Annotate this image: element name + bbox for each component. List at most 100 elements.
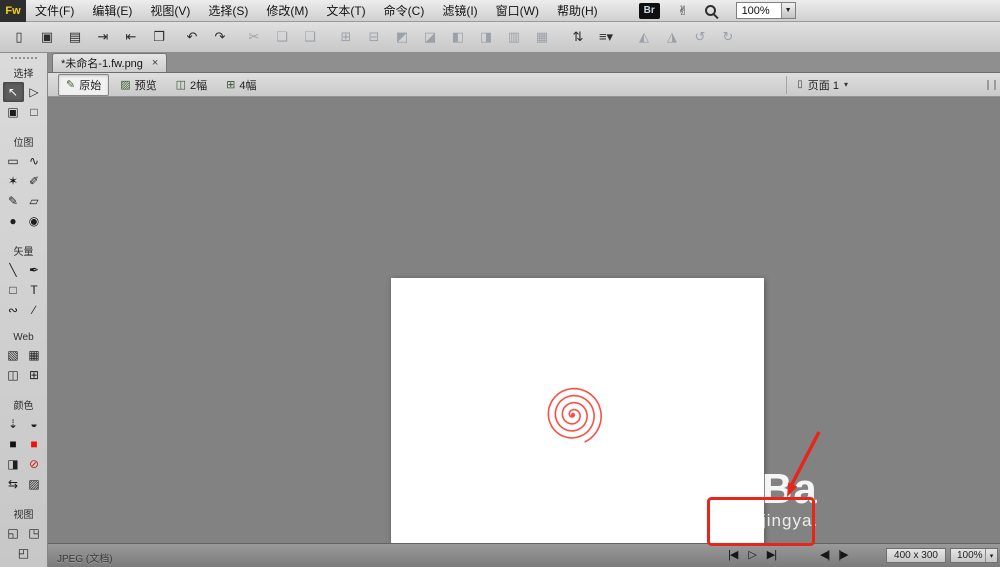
next-frame-button[interactable]: |▶ — [838, 548, 847, 561]
hide-hotspots-button[interactable]: ◫ — [3, 365, 24, 385]
align-menu-icon[interactable]: ≡▾ — [595, 26, 617, 48]
menu-item[interactable]: 文本(T) — [317, 0, 374, 21]
view-mode-icon: ✎ — [66, 78, 75, 91]
magic-wand-tool[interactable]: ✶ — [3, 171, 24, 191]
bring-forward-icon[interactable]: ◧ — [447, 26, 469, 48]
export-icon[interactable]: ⇤ — [120, 26, 142, 48]
rubber-stamp-tool[interactable]: ◉ — [24, 211, 45, 231]
pointer-tool[interactable]: ↖ — [3, 82, 24, 102]
menu-items: 文件(F)编辑(E)视图(V)选择(S)修改(M)文本(T)命令(C)滤镜(I)… — [26, 0, 607, 21]
status-zoom-button[interactable]: 100% ▾ — [950, 548, 998, 563]
bridge-icon[interactable]: Br — [639, 3, 660, 19]
swap-colors-button[interactable]: ⇆ — [3, 474, 24, 494]
mode-2up-button[interactable]: ◫ 2幅 — [168, 74, 216, 96]
rotate-cw-icon[interactable]: ↻ — [717, 26, 739, 48]
panel-dock-grip[interactable] — [987, 80, 996, 90]
tools-panel: 选择 ↖▷▣□ 位图 ▭∿✶✐✎▱●◉ 矢量 ╲✒□T∾∕ Web — [0, 53, 48, 567]
menu-item[interactable]: 帮助(H) — [548, 0, 607, 21]
stroke-color-swatch[interactable]: ■ — [3, 434, 24, 454]
distribute-icon[interactable]: ▦ — [531, 26, 553, 48]
flip-vertical-icon[interactable]: ◮ — [661, 26, 683, 48]
tab-close-icon[interactable]: × — [152, 57, 158, 69]
previous-frame-button[interactable]: ◀| — [820, 548, 829, 561]
document-tab-bar: *未命名-1.fw.png × — [48, 53, 1000, 73]
fullscreen-with-menus-mode-button[interactable]: ◳ — [24, 523, 45, 543]
redo-icon[interactable]: ↷ — [209, 26, 231, 48]
hand-tool-icon[interactable]: ✌ — [678, 3, 689, 19]
menu-item[interactable]: 选择(S) — [199, 0, 257, 21]
page-indicator[interactable]: ▯ 页面 1 ▾ — [786, 76, 848, 94]
zoom-level-combobox[interactable]: 100% ▼ — [736, 2, 796, 19]
send-to-back-icon[interactable]: ◪ — [419, 26, 441, 48]
standard-screen-mode-button[interactable]: ◱ — [3, 523, 24, 543]
texture-swatch[interactable]: ▨ — [24, 474, 45, 494]
play-button[interactable]: ▷ — [748, 548, 755, 561]
knife-tool[interactable]: ∕ — [24, 300, 45, 320]
crop-tool[interactable]: □ — [24, 102, 45, 122]
copy-icon[interactable]: ❏ — [271, 26, 293, 48]
zoom-dropdown-icon[interactable]: ▼ — [781, 3, 795, 18]
menu-item[interactable]: 命令(C) — [375, 0, 434, 21]
status-zoom-value: 100% — [957, 550, 983, 561]
canvas[interactable] — [391, 278, 764, 557]
hotspot-tool[interactable]: ▧ — [3, 345, 24, 365]
first-frame-button[interactable]: |◀ — [728, 548, 737, 561]
marquee-tool[interactable]: ▭ — [3, 151, 24, 171]
fill-color-swatch[interactable]: ■ — [24, 434, 45, 454]
canvas-size-button[interactable]: 400 x 300 — [886, 548, 946, 563]
last-frame-button[interactable]: ▶| — [767, 548, 776, 561]
fullscreen-mode-button[interactable]: ◰ — [13, 543, 34, 563]
align-icon[interactable]: ▥ — [503, 26, 525, 48]
default-colors-button[interactable]: ◨ — [3, 454, 24, 474]
no-color-button[interactable]: ⊘ — [24, 454, 45, 474]
undo-icon[interactable]: ↶ — [181, 26, 203, 48]
print-icon[interactable]: ▤ — [64, 26, 86, 48]
document-tab[interactable]: *未命名-1.fw.png × — [52, 53, 167, 72]
arrange-icon[interactable]: ⇅ — [567, 26, 589, 48]
scale-tool[interactable]: ▣ — [3, 102, 24, 122]
subselection-tool[interactable]: ▷ — [24, 82, 45, 102]
menu-item[interactable]: 视图(V) — [141, 0, 199, 21]
cut-icon[interactable]: ✂ — [243, 26, 265, 48]
rectangle-tool[interactable]: □ — [3, 280, 24, 300]
menu-item[interactable]: 修改(M) — [257, 0, 317, 21]
paint-bucket-tool[interactable]: ◒ — [24, 414, 45, 434]
menu-item[interactable]: 滤镜(I) — [433, 0, 486, 21]
flip-horizontal-icon[interactable]: ◭ — [633, 26, 655, 48]
import-icon[interactable]: ⇥ — [92, 26, 114, 48]
text-tool[interactable]: T — [24, 280, 45, 300]
tool-section-label: 视图 — [0, 506, 47, 521]
quick-export-icon[interactable]: ❐ — [148, 26, 170, 48]
paste-icon[interactable]: ❑ — [299, 26, 321, 48]
menu-item[interactable]: 窗口(W) — [487, 0, 548, 21]
mode-preview-button[interactable]: ▨ 预览 — [112, 74, 164, 96]
bring-to-front-icon[interactable]: ◩ — [391, 26, 413, 48]
show-slices-button[interactable]: ⊞ — [24, 365, 45, 385]
pen-tool[interactable]: ✒ — [24, 260, 45, 280]
lasso-tool[interactable]: ∿ — [24, 151, 45, 171]
slice-tool[interactable]: ▦ — [24, 345, 45, 365]
line-tool[interactable]: ╲ — [3, 260, 24, 280]
menu-item[interactable]: 文件(F) — [26, 0, 83, 21]
eraser-tool[interactable]: ▱ — [24, 191, 45, 211]
brush-tool[interactable]: ✐ — [24, 171, 45, 191]
rotate-ccw-icon[interactable]: ↺ — [689, 26, 711, 48]
ungroup-icon[interactable]: ⊟ — [363, 26, 385, 48]
panel-grip[interactable] — [11, 57, 37, 60]
freeform-tool[interactable]: ∾ — [3, 300, 24, 320]
eyedropper-tool[interactable]: ⇣ — [3, 414, 24, 434]
group-icon[interactable]: ⊞ — [335, 26, 357, 48]
document-area[interactable] — [48, 97, 1000, 543]
new-document-icon[interactable]: ▯ — [8, 26, 30, 48]
menu-item[interactable]: 编辑(E) — [83, 0, 141, 21]
mode-4up-button[interactable]: ⊞ 4幅 — [218, 74, 264, 96]
view-mode-icon: ⊞ — [226, 78, 235, 91]
status-zoom-dropdown-icon[interactable]: ▾ — [985, 549, 997, 562]
save-icon[interactable]: ▣ — [36, 26, 58, 48]
blur-tool[interactable]: ● — [3, 211, 24, 231]
pencil-tool[interactable]: ✎ — [3, 191, 24, 211]
send-backward-icon[interactable]: ◨ — [475, 26, 497, 48]
page-dropdown-icon[interactable]: ▾ — [844, 80, 848, 89]
mode-original-button[interactable]: ✎ 原始 — [58, 74, 109, 96]
zoom-tool-icon[interactable] — [705, 5, 716, 16]
